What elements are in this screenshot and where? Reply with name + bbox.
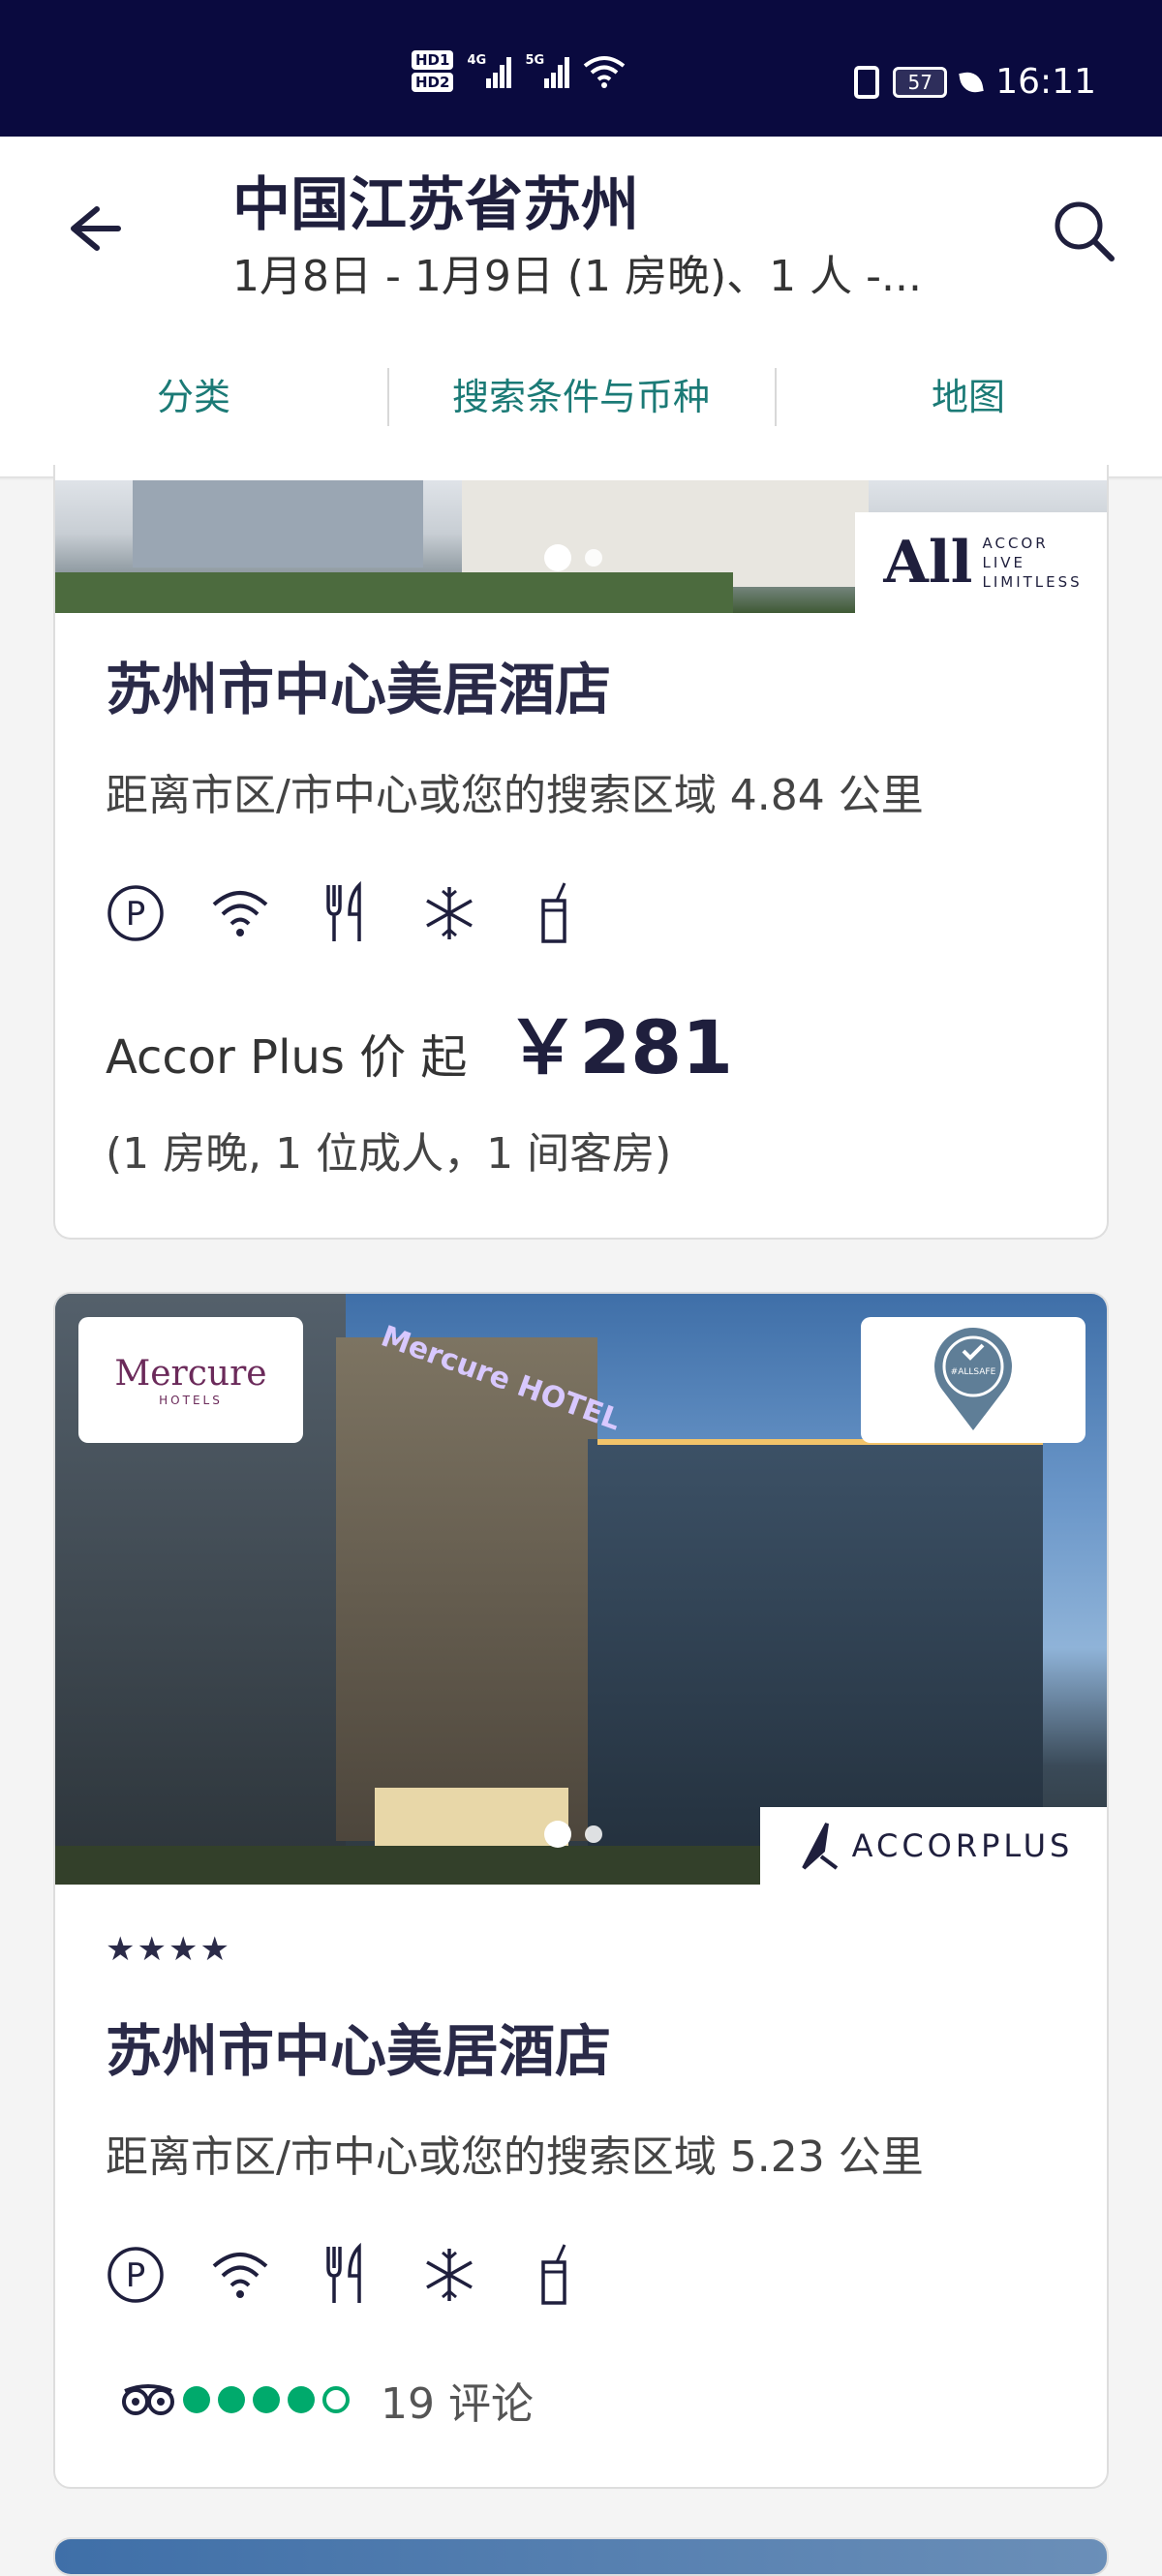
amenity-list: P (106, 2243, 584, 2307)
carousel-dot (585, 1825, 602, 1843)
star-rating: ★★★★ (106, 1930, 231, 1969)
badge-line1: ACCOR (982, 535, 1049, 552)
signal-1-icon: 4G (467, 52, 512, 88)
all-logo: All (883, 529, 973, 597)
wifi-status-icon (584, 55, 626, 88)
network-1-label: 4G (467, 52, 487, 68)
battery-icon: 57 (893, 66, 948, 98)
sim-2-label: HD2 (412, 73, 454, 92)
tab-map[interactable]: 地图 (775, 354, 1162, 432)
allsafe-badge: #ALLSAFE (861, 1317, 1086, 1443)
accor-all-badge: All ACCOR LIVE LIMITLESS (855, 512, 1107, 613)
back-arrow-icon[interactable] (58, 195, 126, 262)
parking-icon: P (107, 2247, 164, 2303)
wifi-icon (212, 891, 268, 936)
wifi-icon (212, 2253, 268, 2298)
price-label: Accor Plus 价 起 (106, 1030, 468, 1085)
hotel-photo[interactable] (55, 2539, 1107, 2574)
photo-carousel-dots (544, 1821, 602, 1848)
accor-logo-icon (801, 1823, 838, 1870)
hotel-card[interactable] (53, 2537, 1109, 2576)
sim-labels: HD1 HD2 (412, 50, 454, 92)
app-header: 中国江苏省苏州 1月8日 - 1月9日 (1 房晚)、1 人 -... 分类 搜… (0, 137, 1162, 477)
battery-level: 57 (907, 70, 933, 94)
mercure-logo-sub: HOTELS (159, 1393, 223, 1407)
bar-icon (541, 2244, 566, 2305)
hotel-card[interactable]: All ACCOR LIVE LIMITLESS 苏州市中心美居酒店 距离市区/… (53, 465, 1109, 1240)
accorplus-text: ACCORPLUS (851, 1827, 1074, 1864)
hotel-photo[interactable]: Mercure HOTEL Mercure HOTELS #ALLSAFE AC… (55, 1294, 1107, 1885)
power-saving-icon (959, 69, 984, 95)
photo-carousel-dots (544, 544, 602, 571)
network-indicators: HD1 HD2 4G 5G (412, 50, 626, 92)
air-conditioning-icon (426, 2249, 473, 2301)
search-icon[interactable] (1046, 193, 1123, 270)
svg-text:P: P (126, 895, 146, 934)
hotel-distance: 距离市区/市中心或您的搜索区域 4.84 公里 (106, 771, 924, 820)
badge-line2: LIVE (982, 554, 1025, 571)
accorplus-badge: ACCORPLUS (760, 1807, 1107, 1885)
review-count[interactable]: 19 评论 (381, 2369, 534, 2431)
sim-1-label: HD1 (412, 50, 454, 70)
carousel-dot-active (544, 544, 571, 571)
status-bar: HD1 HD2 4G 5G 57 16:11 (0, 0, 1162, 137)
tab-sort[interactable]: 分类 (0, 354, 387, 432)
clock: 16:11 (995, 62, 1096, 102)
filter-tabs: 分类 搜索条件与币种 地图 (0, 354, 1162, 432)
tab-filters-currency[interactable]: 搜索条件与币种 (387, 354, 775, 432)
tripadvisor-rating[interactable]: 19 评论 (121, 2369, 534, 2431)
rating-bubble-filled (288, 2386, 315, 2413)
signal-2-icon: 5G (525, 52, 570, 88)
network-2-label: 5G (525, 52, 545, 68)
hotel-photo[interactable]: All ACCOR LIVE LIMITLESS (55, 480, 1107, 613)
search-summary[interactable]: 1月8日 - 1月9日 (1 房晚)、1 人 -... (232, 241, 922, 303)
price-row: Accor Plus 价 起 ￥281 (106, 988, 733, 1094)
amenity-list: P (106, 881, 584, 945)
status-right: 57 16:11 (854, 62, 1096, 102)
price-note: (1 房晚, 1 位成人，1 间客房) (106, 1129, 672, 1179)
allsafe-text: #ALLSAFE (951, 1367, 996, 1377)
bar-icon (541, 882, 566, 943)
vibrate-icon (854, 65, 880, 99)
mercure-logo-text: Mercure (114, 1353, 267, 1394)
rating-bubble-filled (183, 2386, 210, 2413)
page-title: 中国江苏省苏州 (232, 171, 639, 239)
hotel-name[interactable]: 苏州市中心美居酒店 (106, 2006, 611, 2087)
restaurant-icon (326, 881, 361, 941)
allsafe-pin-icon: #ALLSAFE (934, 1328, 1012, 1430)
rating-bubble-empty (322, 2386, 350, 2413)
rating-bubble-filled (253, 2386, 280, 2413)
mercure-logo: Mercure HOTELS (78, 1317, 303, 1443)
badge-line3: LIMITLESS (982, 573, 1083, 591)
air-conditioning-icon (426, 887, 473, 939)
carousel-dot (585, 549, 602, 567)
hotel-distance: 距离市区/市中心或您的搜索区域 5.23 公里 (106, 2132, 924, 2182)
tripadvisor-owl-icon (122, 2384, 174, 2415)
rating-bubble-filled (218, 2386, 245, 2413)
parking-icon: P (107, 885, 164, 941)
restaurant-icon (326, 2243, 361, 2303)
svg-text:P: P (126, 2256, 146, 2295)
hotel-name[interactable]: 苏州市中心美居酒店 (106, 644, 611, 725)
price-value: ￥281 (505, 1004, 734, 1090)
hotel-card[interactable]: Mercure HOTEL Mercure HOTELS #ALLSAFE AC… (53, 1292, 1109, 2489)
carousel-dot-active (544, 1821, 571, 1848)
